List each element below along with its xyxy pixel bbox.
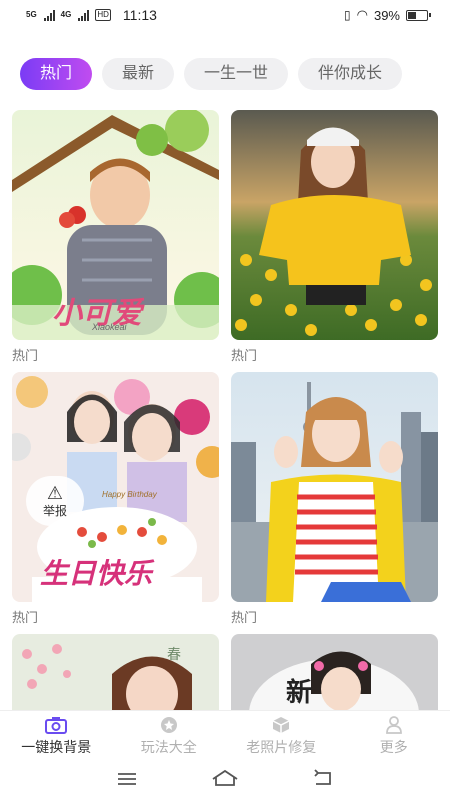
card-art-subtitle: Xiaokeai: [92, 322, 127, 332]
template-card[interactable]: 热门: [231, 110, 438, 364]
template-image[interactable]: [231, 372, 438, 602]
vibrate-icon: ▯: [344, 8, 351, 22]
nav-photo-restore[interactable]: 老照片修复: [225, 711, 338, 762]
template-image[interactable]: [231, 110, 438, 340]
signal-icon: [43, 9, 55, 21]
person-icon: [385, 716, 403, 734]
hd-icon: HD: [95, 9, 111, 21]
signal-icon-2: [78, 9, 90, 21]
nav-change-background[interactable]: 一键换背景: [0, 711, 113, 762]
template-card[interactable]: 热门: [231, 372, 438, 626]
home-icon[interactable]: [210, 769, 240, 793]
card-caption: 热门: [231, 610, 258, 625]
back-icon[interactable]: [312, 769, 334, 793]
nav-label: 老照片修复: [246, 739, 317, 755]
battery-icon: [406, 9, 431, 21]
template-image[interactable]: 新: [231, 634, 438, 710]
report-button[interactable]: ⚠ 举报: [26, 476, 84, 526]
battery-level: [408, 11, 416, 19]
status-time: 11:13: [122, 7, 157, 23]
battery-text: 39%: [373, 7, 400, 23]
app-screen: 5G 4G HD 11:13 ▯ ◠ 39% 热门 最新 一生一世 伴你成长 小…: [0, 0, 450, 800]
template-card[interactable]: 小可爱 Xiaokeai 热门: [12, 110, 219, 364]
card-art-title: 生日快乐: [40, 558, 153, 589]
nav-label: 更多: [379, 739, 408, 755]
template-image[interactable]: 小可爱 Xiaokeai: [12, 110, 219, 340]
card-caption: 热门: [12, 610, 39, 625]
menu-icon[interactable]: [116, 770, 138, 793]
wifi-icon: ◠: [356, 7, 368, 22]
template-card[interactable]: 新: [231, 634, 438, 710]
card-art-title: 新: [286, 677, 313, 707]
network-5g-label: 5G: [26, 10, 37, 19]
category-tabs: 热门 最新 一生一世 伴你成长: [20, 58, 450, 90]
template-card[interactable]: 春: [12, 634, 219, 710]
tab-grow-with-you[interactable]: 伴你成长: [298, 58, 403, 90]
nav-label: 玩法大全: [140, 739, 197, 755]
status-left: 5G 4G HD 11:13: [26, 7, 157, 23]
nav-gameplay[interactable]: 玩法大全: [113, 711, 226, 762]
card-art-subtitle: Happy Birthday: [102, 490, 157, 499]
system-navigation-bar: [0, 762, 450, 800]
card-caption: 热门: [231, 348, 258, 363]
template-card[interactable]: Happy Birthday 生日快乐 ⚠ 举报 热门: [12, 372, 219, 626]
star-icon: [160, 716, 178, 734]
template-image[interactable]: 春: [12, 634, 219, 710]
tab-latest[interactable]: 最新: [102, 58, 175, 90]
cube-icon: [272, 716, 290, 734]
status-right: ▯ ◠ 39%: [344, 7, 431, 23]
bottom-navigation: 一键换背景 玩法大全 老照片修复 更多: [0, 710, 450, 762]
svg-text:春: 春: [167, 647, 181, 663]
tab-hot[interactable]: 热门: [20, 58, 93, 90]
camera-icon: [45, 716, 68, 734]
nav-more[interactable]: 更多: [338, 711, 450, 762]
template-image[interactable]: Happy Birthday 生日快乐 ⚠ 举报: [12, 372, 219, 602]
tab-lifetime[interactable]: 一生一世: [184, 58, 289, 90]
network-4g-label: 4G: [60, 10, 72, 19]
report-label: 举报: [42, 503, 67, 518]
card-caption: 热门: [12, 348, 39, 363]
nav-label: 一键换背景: [21, 739, 92, 755]
status-bar: 5G 4G HD 11:13 ▯ ◠ 39%: [0, 0, 450, 30]
warning-icon: ⚠: [46, 482, 64, 503]
